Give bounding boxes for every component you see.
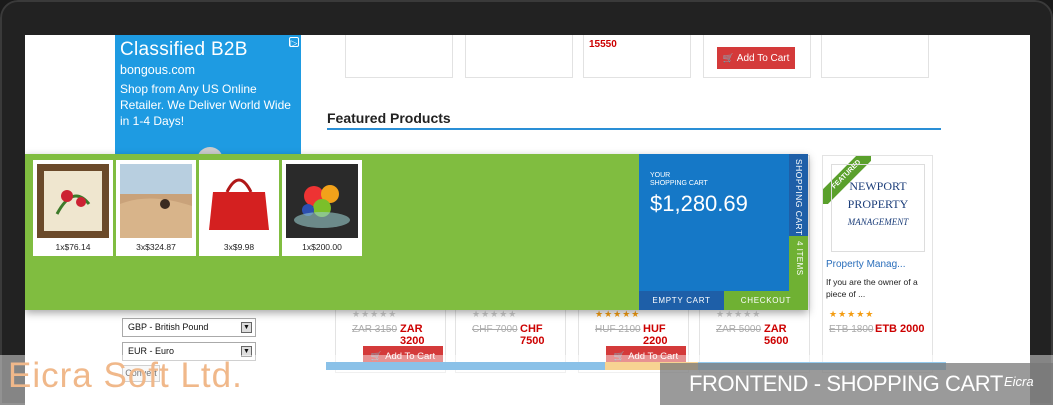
heading-divider [327, 128, 941, 130]
cart-item-qty: 1x$76.14 [55, 242, 91, 252]
desert-rider-photo-icon [120, 164, 192, 238]
brand-watermark: Eicra Soft Ltd. [8, 356, 243, 395]
cart-items-count: 4 ITEMS [789, 236, 808, 291]
new-price: HUF 2200 [643, 323, 668, 347]
ad-title[interactable]: Classified B2B [120, 39, 296, 61]
checkout-button[interactable]: CHECKOUT [724, 291, 808, 310]
product-card-top [465, 35, 573, 78]
cart-summary-panel: YOUR SHOPPING CART $1,280.69 [639, 154, 789, 291]
product-description: If you are the owner of a piece of ... [826, 277, 918, 299]
product-image[interactable]: NEWPORT PROPERTY MANAGEMENT [831, 164, 925, 252]
new-price: ZAR 3200 [400, 323, 425, 347]
new-price: CHF 7500 [520, 323, 545, 347]
empty-cart-button[interactable]: EMPTY CART [639, 291, 724, 310]
cart-side-label: SHOPPING CART [794, 159, 804, 236]
ad-choices-icon[interactable]: ▷ [289, 37, 299, 48]
ad-text: Shop from Any US Online Retailer. We Del… [120, 82, 291, 128]
logo-line: PROPERTY [847, 197, 909, 211]
old-price: ZAR 5000 [716, 324, 762, 335]
cart-your-label: YOUR SHOPPING CART [650, 172, 708, 187]
product-card[interactable]: FEATURED NEWPORT PROPERTY MANAGEMENT Pro… [822, 155, 933, 373]
device-frame: Classified B2B bongous.com Shop from Any… [0, 0, 1053, 405]
featured-products-heading: Featured Products [327, 110, 451, 126]
new-price: ETB 2000 [875, 323, 925, 335]
currency-option: GBP - British Pound [128, 322, 209, 332]
product-name-link[interactable]: Property Manag... [826, 259, 905, 270]
product-price: 15550 [589, 39, 617, 50]
logo-line: MANAGEMENT [847, 217, 909, 227]
red-handbag-icon [203, 164, 275, 238]
cart-item-qty: 3x$9.98 [223, 242, 255, 252]
cart-item[interactable]: 3x$9.98 [199, 160, 279, 256]
add-to-cart-button[interactable]: 🛒 Add To Cart [717, 47, 795, 69]
product-card-top [821, 35, 929, 78]
cart-item-qty: 3x$324.87 [136, 242, 176, 252]
rating-stars: ★★★★★ [595, 309, 641, 319]
product-card-top [345, 35, 453, 78]
cart-toggle-tab[interactable]: SHOPPING CART [789, 154, 808, 236]
old-price: ZAR 3150 [352, 324, 398, 335]
framed-flower-painting-icon [37, 164, 109, 238]
cart-total: $1,280.69 [650, 191, 748, 216]
new-price: ZAR 5600 [764, 323, 789, 347]
cart-icon: 🛒 [722, 53, 734, 63]
caption-title: FRONTEND - SHOPPING CART [689, 371, 1003, 396]
logo-line: NEWPORT [849, 179, 907, 193]
browser-viewport: Classified B2B bongous.com Shop from Any… [25, 35, 1030, 405]
fruit-bowl-icon [286, 164, 358, 238]
add-to-cart-label: Add To Cart [736, 53, 790, 64]
rating-stars: ★★★★★ [352, 309, 398, 319]
ad-banner[interactable]: Classified B2B bongous.com Shop from Any… [115, 35, 301, 173]
rating-stars: ★★★★★ [829, 309, 875, 319]
shopping-cart-bar: 1x$76.14 3x$324.87 3x$9.98 1x$200.00 YOU… [25, 154, 808, 310]
old-price: CHF 7000 [472, 324, 518, 335]
cart-item[interactable]: 3x$324.87 [116, 160, 196, 256]
cart-item[interactable]: 1x$200.00 [282, 160, 362, 256]
rating-stars: ★★★★★ [716, 309, 762, 319]
dropdown-arrow-icon[interactable]: ▼ [241, 322, 252, 333]
eicra-logo: Eicra [1004, 374, 1034, 389]
rating-stars: ★★★★★ [472, 309, 518, 319]
old-price: HUF 2100 [595, 324, 641, 335]
currency-select-gbp[interactable]: GBP - British Pound ▼ [122, 318, 256, 337]
ad-domain[interactable]: bongous.com [120, 63, 296, 77]
cart-items-label: 4 ITEMS [795, 241, 804, 276]
old-price: ETB 1800 [829, 324, 874, 335]
cart-item[interactable]: 1x$76.14 [33, 160, 113, 256]
cart-item-qty: 1x$200.00 [302, 242, 342, 252]
